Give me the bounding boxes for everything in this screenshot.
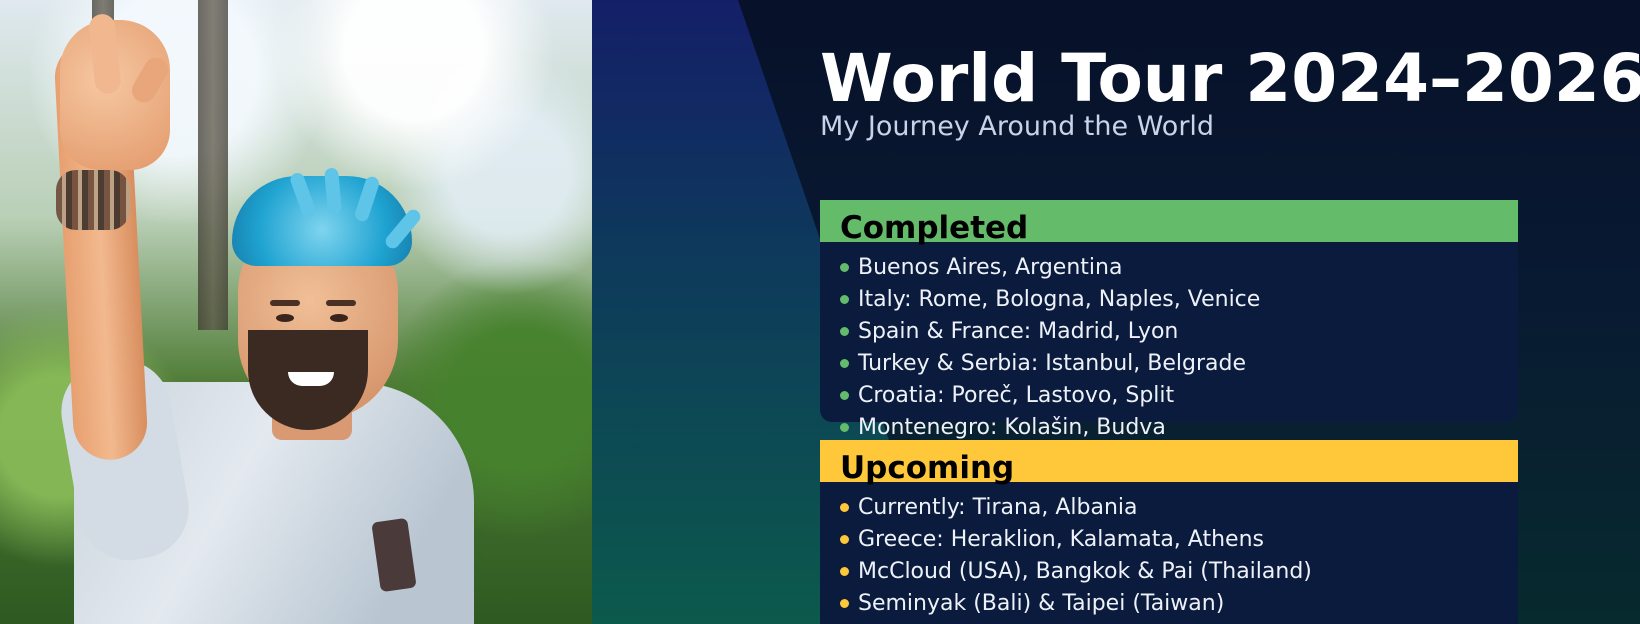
portrait-photo (0, 0, 592, 624)
list-item: Italy: Rome, Bologna, Naples, Venice (820, 284, 1518, 316)
list-item: Turkey & Serbia: Istanbul, Belgrade (820, 348, 1518, 380)
upcoming-heading: Upcoming (840, 450, 1015, 486)
bullet-icon (840, 295, 849, 304)
upcoming-list: Currently: Tirana, Albania Greece: Herak… (820, 492, 1518, 620)
list-item: Spain & France: Madrid, Lyon (820, 316, 1518, 348)
hair-spike (324, 167, 342, 215)
list-item: Buenos Aires, Argentina (820, 252, 1518, 284)
list-item: Seminyak (Bali) & Taipei (Taiwan) (820, 588, 1518, 620)
list-item: McCloud (USA), Bangkok & Pai (Thailand) (820, 556, 1518, 588)
blue-hair (232, 176, 412, 266)
completed-header: Completed (820, 200, 1518, 246)
page-subtitle: My Journey Around the World (820, 111, 1215, 142)
bullet-icon (840, 535, 849, 544)
eyebrow (270, 300, 300, 306)
list-item: Greece: Heraklion, Kalamata, Athens (820, 524, 1518, 556)
completed-list: Buenos Aires, Argentina Italy: Rome, Bol… (820, 252, 1518, 444)
page-title: World Tour 2024–2026 (820, 40, 1640, 117)
bullet-icon (840, 567, 849, 576)
bullet-icon (840, 423, 849, 432)
bullet-icon (840, 327, 849, 336)
bracelets (56, 170, 130, 230)
bullet-icon (840, 263, 849, 272)
list-item: Croatia: Poreč, Lastovo, Split (820, 380, 1518, 412)
tree-trunk (198, 0, 228, 330)
list-item: Currently: Tirana, Albania (820, 492, 1518, 524)
eye (330, 314, 348, 322)
bullet-icon (840, 599, 849, 608)
smile (288, 372, 334, 386)
eyebrow (326, 300, 356, 306)
eye (276, 314, 294, 322)
bullet-icon (840, 359, 849, 368)
bullet-icon (840, 391, 849, 400)
upcoming-header: Upcoming (820, 440, 1518, 486)
bullet-icon (840, 503, 849, 512)
completed-heading: Completed (840, 210, 1029, 246)
